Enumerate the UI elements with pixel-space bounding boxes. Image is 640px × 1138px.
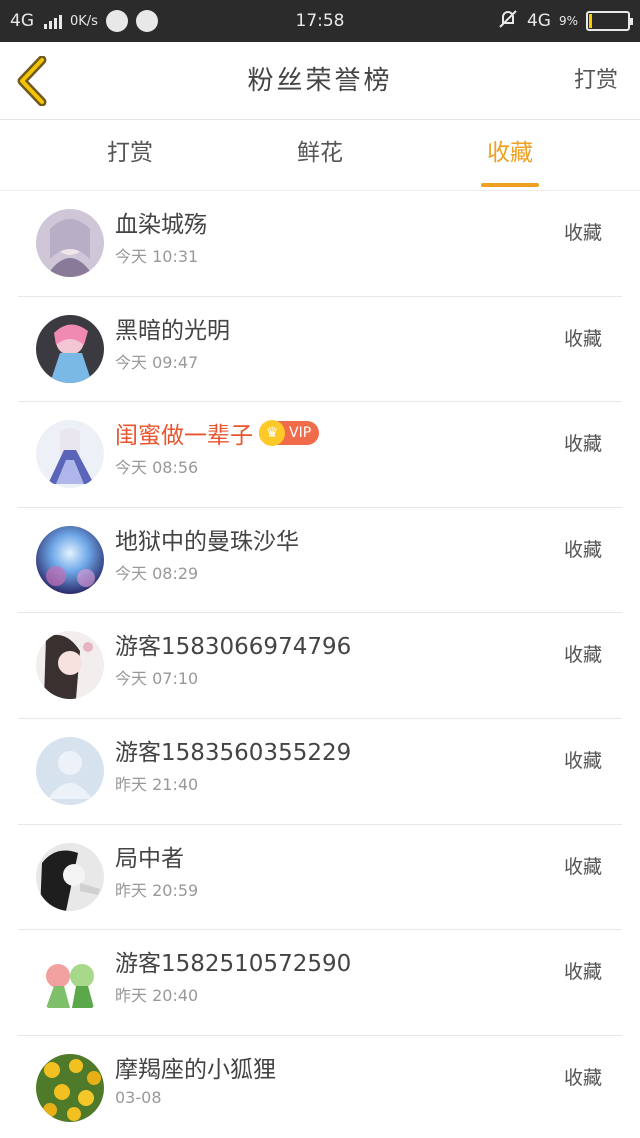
active-tab-indicator <box>481 183 539 187</box>
tab-bar: 打赏 鲜花 收藏 <box>0 121 640 191</box>
vip-badge-label: VIP <box>289 425 312 442</box>
user-name-text: 血染城殇 <box>115 212 207 238</box>
user-name: 局中者 <box>115 839 184 873</box>
user-name-text: 游客15835603552​29 <box>115 739 352 766</box>
mute-icon <box>497 8 519 35</box>
user-name-text: 摩羯座的小狐狸 <box>115 1056 276 1083</box>
user-name-text: 游客15830669747​96 <box>115 634 352 661</box>
battery-percent: 9% <box>558 14 578 28</box>
tab-favorites-label: 收藏 <box>487 140 533 166</box>
crown-icon: ♛ <box>259 420 285 447</box>
user-name-text: 局中者 <box>115 845 184 872</box>
tab-favorites[interactable]: 收藏 <box>450 121 570 191</box>
tab-flowers[interactable]: 鲜花 <box>260 121 380 191</box>
list-item[interactable]: 闺蜜做一辈子 ♛ VIP 今天 08:56 收藏 <box>18 402 622 508</box>
favorite-label: 收藏 <box>563 961 602 984</box>
user-name-text: 黑暗的光明 <box>115 317 230 344</box>
avatar <box>36 1053 104 1122</box>
avatar <box>36 842 104 911</box>
network-type-right: 4G <box>526 11 551 31</box>
user-name: 游客15825105725​90 <box>115 944 351 978</box>
fan-list: 血染城殇 今天 10:31 收藏 黑暗的光明 今天 09:47 收藏 闺蜜做一辈… <box>18 191 622 1138</box>
favorite-label: 收藏 <box>563 644 602 667</box>
vip-badge: ♛ VIP <box>259 420 320 447</box>
reward-button[interactable]: 打赏 <box>574 42 618 120</box>
favorite-label: 收藏 <box>563 855 602 878</box>
favorite-time: 昨天 20:59 <box>115 880 199 900</box>
favorite-label: 收藏 <box>563 433 602 456</box>
list-item[interactable]: 地狱中的曼珠沙华 今天 08:29 收藏 <box>18 508 622 614</box>
favorite-time: 今天 08:29 <box>115 563 199 583</box>
favorite-label: 收藏 <box>563 749 602 772</box>
tab-reward[interactable]: 打赏 <box>70 121 190 191</box>
favorite-time: 昨天 20:40 <box>115 986 199 1006</box>
favorite-time: 今天 10:31 <box>115 247 199 266</box>
favorite-time: 昨天 21:40 <box>115 774 199 794</box>
favorite-label: 收藏 <box>563 1066 602 1089</box>
favorite-time: 今天 09:47 <box>115 352 199 372</box>
favorite-time: 今天 08:56 <box>115 458 199 478</box>
user-name: 闺蜜做一辈子 ♛ VIP <box>115 416 320 450</box>
list-item[interactable]: 游客15825105725​90 昨天 20:40 收藏 <box>18 930 622 1036</box>
avatar <box>36 314 104 383</box>
user-name: 地狱中的曼珠沙华 <box>115 522 299 556</box>
avatar <box>36 631 104 700</box>
list-item[interactable]: 摩羯座的小狐狸 03-08 收藏 <box>18 1036 622 1138</box>
avatar <box>36 525 104 594</box>
user-name: 摩羯座的小狐狸 <box>115 1050 276 1084</box>
favorite-time: 今天 07:10 <box>115 669 199 689</box>
list-item[interactable]: 游客15835603552​29 昨天 21:40 收藏 <box>18 719 622 825</box>
user-name: 血染城殇 <box>115 205 207 239</box>
user-name-text: 闺蜜做一辈子 <box>115 423 253 450</box>
avatar <box>36 209 104 277</box>
favorite-label: 收藏 <box>563 222 602 244</box>
list-item[interactable]: 局中者 昨天 20:59 收藏 <box>18 825 622 931</box>
list-item[interactable]: 血染城殇 今天 10:31 收藏 <box>18 191 622 297</box>
user-name-text: 地狱中的曼珠沙华 <box>115 528 299 555</box>
favorite-label: 收藏 <box>563 327 602 350</box>
status-bar: 4G 0K/s 17:58 4G 9% <box>0 0 640 42</box>
favorite-time: 03-08 <box>115 1087 162 1107</box>
battery-icon <box>586 11 633 31</box>
list-item[interactable]: 黑暗的光明 今天 09:47 收藏 <box>18 297 622 403</box>
avatar <box>36 948 104 1017</box>
user-name: 黑暗的光明 <box>115 311 230 345</box>
favorite-label: 收藏 <box>563 538 602 561</box>
avatar <box>36 420 104 489</box>
avatar-default-icon <box>36 736 104 805</box>
page-title: 粉丝荣誉榜 <box>247 66 393 96</box>
user-name: 游客15830669747​96 <box>115 627 351 661</box>
list-item[interactable]: 游客15830669747​96 今天 07:10 收藏 <box>18 613 622 719</box>
app-header: 粉丝荣誉榜 打赏 <box>0 42 640 120</box>
user-name-text: 游客15825105725​90 <box>115 951 352 978</box>
user-name: 游客15835603552​29 <box>115 733 351 767</box>
